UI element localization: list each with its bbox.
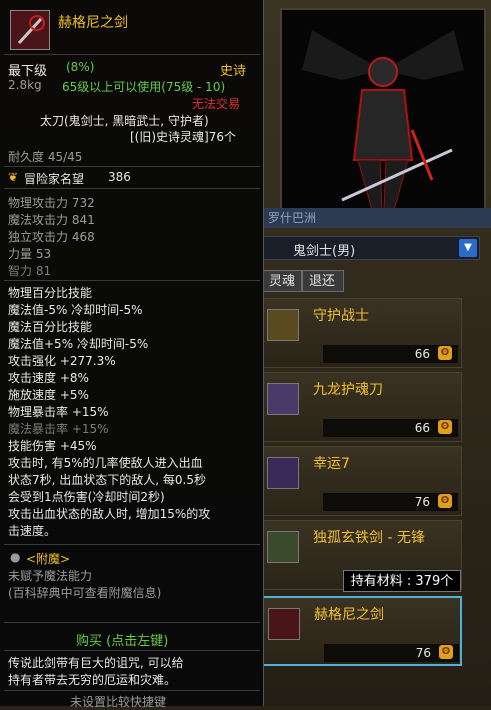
fame-label: 冒险家名望 — [24, 172, 85, 186]
skill-line: 状态7秒, 出血状态下的敌人, 每0.5秒 — [8, 473, 206, 487]
item-price: 66 — [414, 347, 430, 361]
soul-line: [(旧)史诗灵魂]76个 — [130, 130, 236, 144]
class-line: 太刀(鬼剑士, 黑暗武士, 守护者) — [40, 114, 209, 128]
lore-line: 传说此剑带有巨大的诅咒, 可以给 — [8, 656, 184, 670]
item-price: 66 — [414, 421, 430, 435]
skill-line: 魔法值+5% 冷却时间-5% — [8, 337, 149, 351]
shop-item[interactable]: 幸运7 76 ʘ — [262, 446, 462, 516]
weight-label: 2.8kg — [8, 78, 42, 92]
divider — [4, 188, 260, 189]
coin-icon: ʘ — [438, 494, 452, 508]
tab-return[interactable]: 退还 — [302, 270, 344, 292]
enchant-title: <附魔> — [26, 552, 71, 566]
axe-sword-icon — [268, 608, 300, 640]
item-name-title: 赫格尼之剑 — [58, 15, 128, 31]
skill-line: 会受到1点伤害(冷却时间2秒) — [8, 490, 165, 504]
class-select-dropdown[interactable]: 鬼剑士(男) ▼ — [262, 236, 480, 260]
rarity-label: 史诗 — [220, 64, 247, 79]
shop-title: 罗什巴洲 — [262, 208, 491, 228]
price-bar: 76 ʘ — [323, 493, 458, 511]
item-name: 幸运7 — [313, 456, 350, 472]
price-bar: 66 ʘ — [323, 419, 458, 437]
weapon-icon — [10, 10, 50, 50]
item-price: 76 — [414, 495, 430, 509]
lore-line: 持有者带去无穷的厄运和灾难。 — [8, 673, 177, 687]
shop-item-selected[interactable]: 赫格尼之剑 76 ʘ — [262, 596, 462, 666]
item-name: 守护战士 — [313, 308, 369, 324]
coin-icon: ʘ — [439, 645, 453, 659]
price-bar: 66 ʘ — [323, 345, 458, 363]
skill-line: 物理暴击率 +15% — [8, 405, 109, 419]
skill-line: 攻击出血状态的敌人时, 增加15%的攻 — [8, 507, 211, 521]
skill-line: 攻击时, 有5%的几率使敌人进入出血 — [8, 456, 203, 470]
sword-icon — [267, 531, 299, 563]
skill-line: 攻击强化 +277.3% — [8, 354, 116, 368]
divider — [4, 54, 260, 55]
buy-hint: 购买 (点击左键) — [76, 634, 169, 649]
divider — [4, 622, 260, 623]
skill-line: 施放速度 +5% — [8, 388, 89, 402]
trade-status: 无法交易 — [192, 97, 241, 111]
skill-line: 攻击速度 +8% — [8, 371, 89, 385]
price-bar: 76 ʘ — [324, 644, 459, 662]
level-requirement: 65级以上可以使用(75级 - 10) — [62, 80, 226, 94]
compare-hotkey-hint: 未设置比较快捷键 — [70, 695, 167, 709]
item-name: 赫格尼之剑 — [314, 607, 384, 623]
skill-line: 击速度。 — [8, 524, 57, 538]
class-select-value: 鬼剑士(男) — [293, 244, 356, 259]
fame-icon: ❦ — [8, 170, 19, 184]
skill-line: 魔法值-5% 冷却时间-5% — [8, 303, 143, 317]
character-portrait — [280, 8, 486, 222]
item-name: 九龙护魂刀 — [313, 382, 383, 398]
stat-line: 魔法攻击力 841 — [8, 213, 95, 227]
stat-line: 智力 81 — [8, 264, 52, 278]
grade-pct: (8%) — [66, 60, 95, 74]
material-count-tooltip: 持有材料 : 379个 — [343, 570, 461, 592]
divider — [4, 280, 260, 281]
skill-line: 技能伤害 +45% — [8, 439, 97, 453]
skill-line: 物理百分比技能 — [8, 286, 93, 300]
enchant-icon: ● — [10, 550, 21, 564]
sword-icon — [267, 309, 299, 341]
divider — [4, 544, 260, 545]
fame-value: 386 — [108, 170, 131, 184]
tab-soul[interactable]: 灵魂 — [262, 270, 302, 292]
divider — [4, 166, 260, 167]
stat-line: 物理攻击力 732 — [8, 196, 95, 210]
shop-item[interactable]: 九龙护魂刀 66 ʘ — [262, 372, 462, 442]
coin-icon: ʘ — [438, 420, 452, 434]
item-price: 76 — [415, 646, 431, 660]
character-figure-image — [302, 30, 464, 211]
sword-icon — [267, 457, 299, 489]
divider — [4, 690, 260, 691]
chevron-down-icon[interactable]: ▼ — [459, 239, 477, 257]
shop-item[interactable]: 守护战士 66 ʘ — [262, 298, 462, 368]
stat-line: 力量 53 — [8, 247, 52, 261]
skill-line: 魔法百分比技能 — [8, 320, 93, 334]
grade-label: 最下级 — [8, 64, 48, 79]
coin-icon: ʘ — [438, 346, 452, 360]
item-name: 独孤玄铁剑 - 无锋 — [313, 530, 425, 546]
item-tooltip: 赫格尼之剑 最下级 (8%) 史诗 2.8kg 65级以上可以使用(75级 - … — [0, 0, 264, 709]
skill-line: 魔法暴击率 +15% — [8, 422, 109, 436]
divider — [4, 650, 260, 651]
enchant-none: 未赋予魔法能力 — [8, 569, 93, 583]
stat-line: 独立攻击力 468 — [8, 230, 95, 244]
blade-icon — [267, 383, 299, 415]
durability-label: 耐久度 45/45 — [8, 150, 83, 164]
enchant-hint: (百科辞典中可查看附魔信息) — [8, 586, 162, 600]
